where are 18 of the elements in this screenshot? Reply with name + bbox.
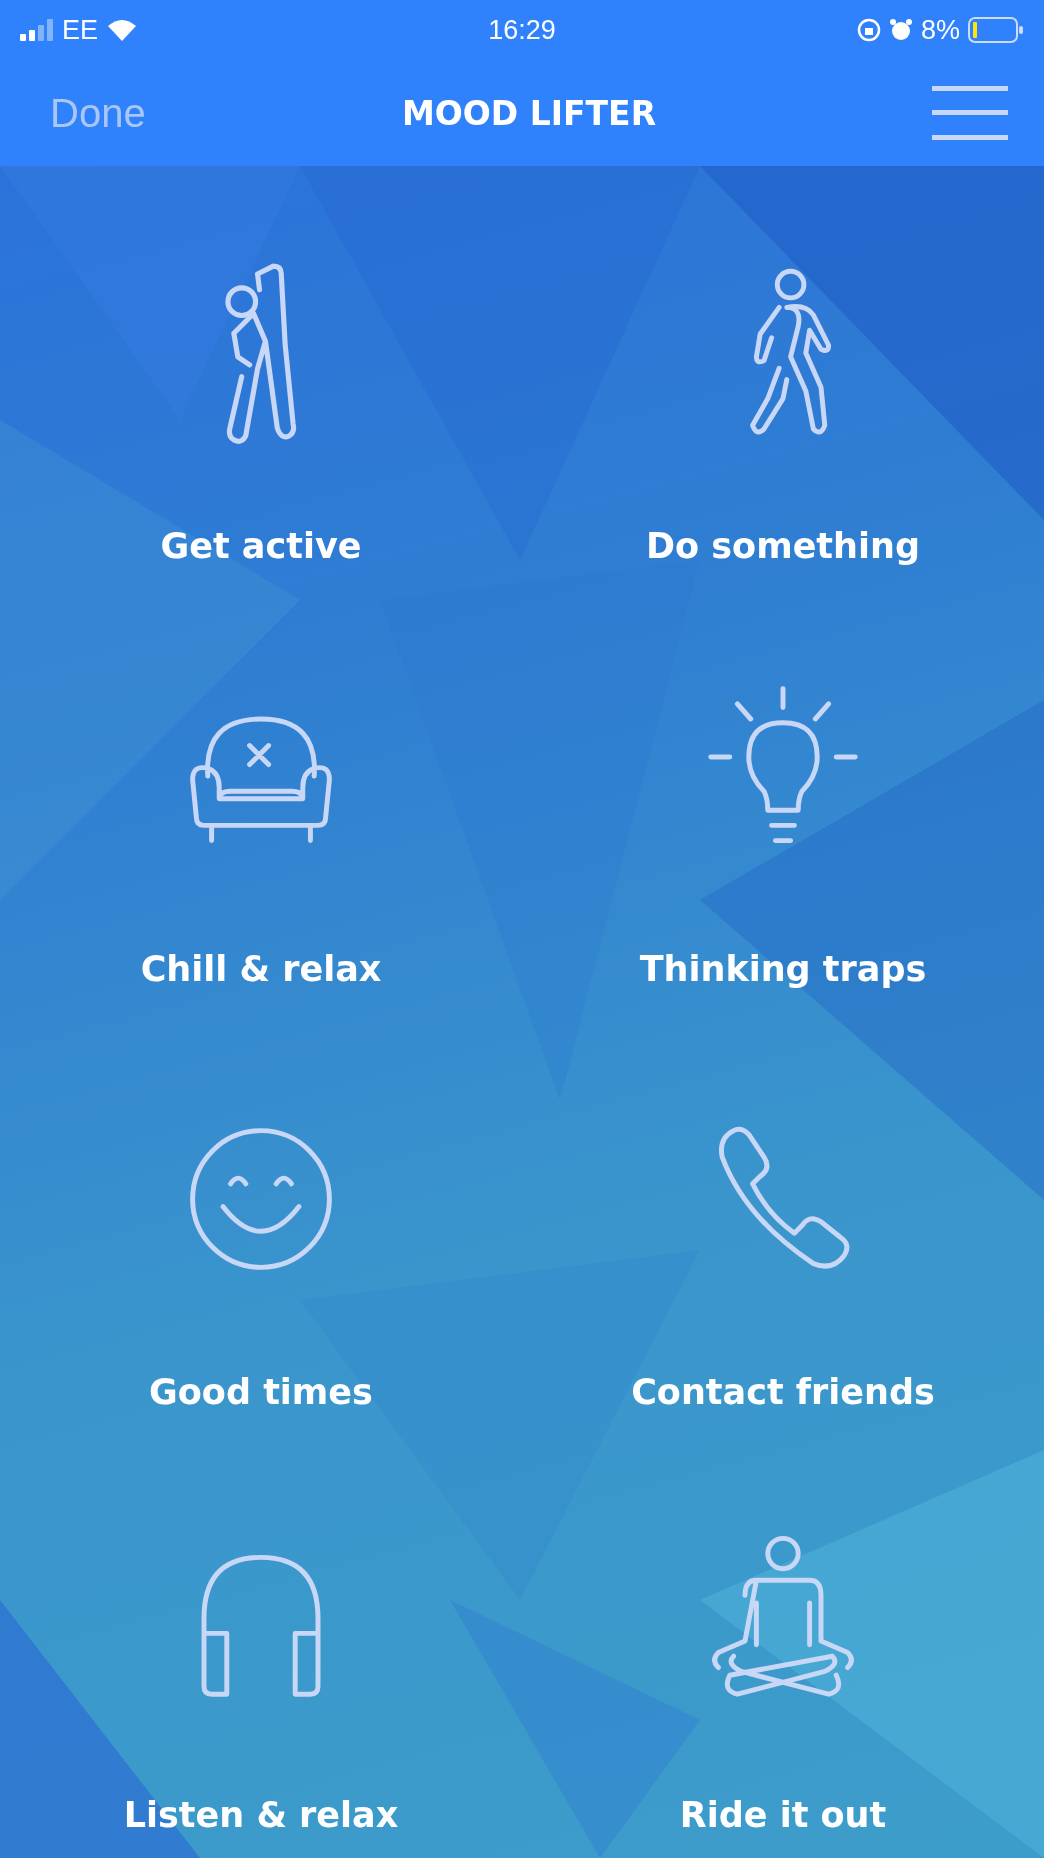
battery-percentage: 8% bbox=[920, 14, 960, 46]
mood-option-tile[interactable]: Ride it out bbox=[522, 1435, 1044, 1858]
screen-title: MOOD LIFTER bbox=[401, 93, 657, 133]
mood-option-tile[interactable]: Good times bbox=[0, 1012, 522, 1435]
rotation-lock-icon bbox=[856, 18, 881, 42]
battery-icon bbox=[968, 17, 1024, 43]
carrier-name: EE bbox=[62, 14, 99, 46]
alarm-clock-icon bbox=[888, 18, 913, 42]
mood-option-tile[interactable]: Do something bbox=[522, 166, 1044, 589]
mood-option-tile[interactable]: Listen & relax bbox=[0, 1435, 522, 1858]
mood-option-tile[interactable]: Get active bbox=[0, 166, 522, 589]
signal-icon bbox=[20, 19, 54, 41]
mood-option-tile[interactable]: Contact friends bbox=[522, 1012, 1044, 1435]
mood-option-tile[interactable]: Thinking traps bbox=[522, 589, 1044, 1012]
wifi-icon bbox=[106, 18, 139, 42]
mood-option-tile[interactable]: Chill & relax bbox=[0, 589, 522, 1012]
menu-icon[interactable] bbox=[932, 86, 1008, 140]
clock-time: 16:29 bbox=[488, 14, 556, 46]
